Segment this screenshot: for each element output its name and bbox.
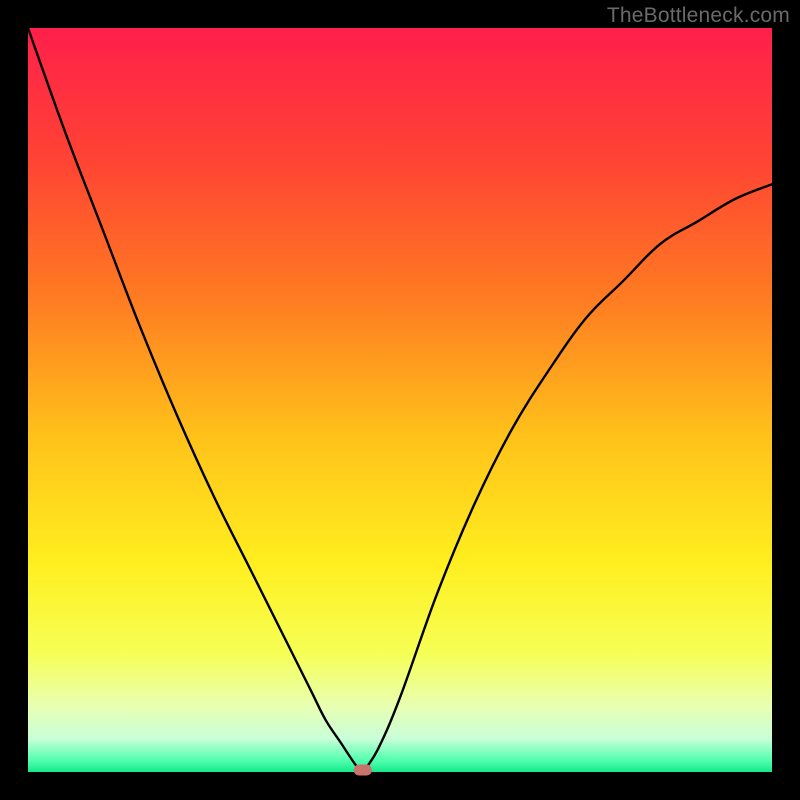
bottleneck-chart (0, 0, 800, 800)
watermark-text: TheBottleneck.com (607, 4, 790, 28)
chart-frame: TheBottleneck.com (0, 0, 800, 800)
plot-background (28, 28, 772, 772)
min-marker (354, 765, 372, 776)
